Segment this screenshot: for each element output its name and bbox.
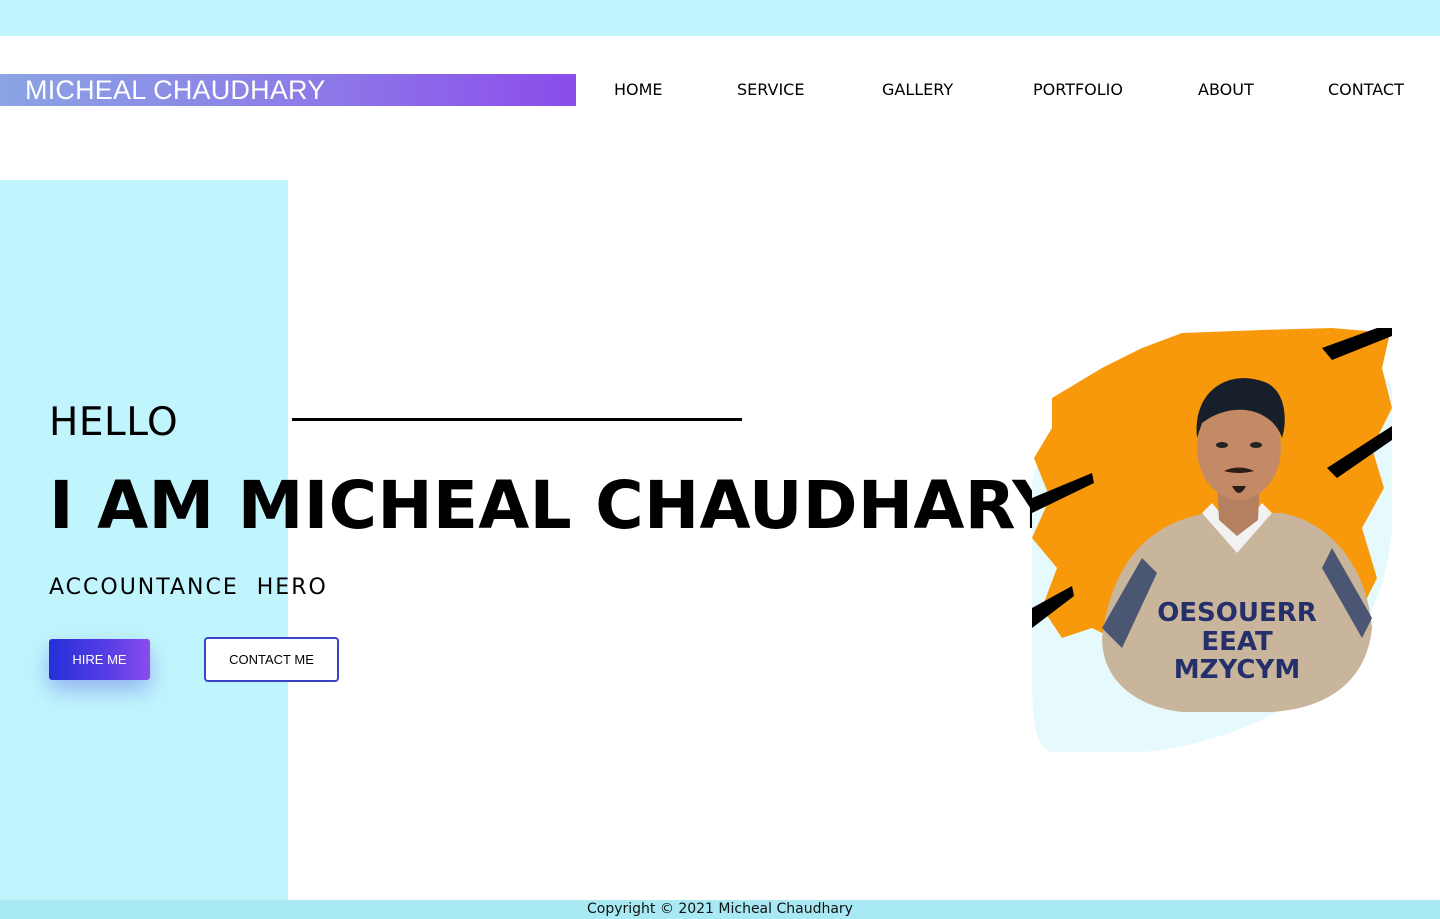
hero-headline: I AM MICHEAL CHAUDHARY	[49, 467, 1061, 544]
hire-me-button[interactable]: HIRE ME	[49, 639, 150, 680]
portrait-sweater-text: MZYCYM	[1174, 655, 1300, 685]
nav-about[interactable]: ABOUT	[1198, 78, 1254, 102]
profile-portrait: OESOUERR EEAT MZYCYM	[1032, 328, 1392, 752]
hero-greeting: HELLO	[49, 400, 179, 445]
nav-contact[interactable]: CONTACT	[1328, 78, 1404, 102]
top-accent-strip	[0, 0, 1440, 36]
portrait-eye	[1250, 442, 1262, 448]
brand-logo[interactable]: MICHEAL CHAUDHARY	[0, 74, 576, 106]
contact-me-button[interactable]: CONTACT ME	[204, 637, 339, 682]
nav-gallery[interactable]: GALLERY	[882, 78, 953, 102]
nav-home[interactable]: HOME	[614, 78, 663, 102]
greeting-divider-line	[292, 418, 742, 421]
hero-subtitle: ACCOUNTANCE HERO	[49, 575, 328, 600]
footer-copyright: Copyright © 2021 Micheal Chaudhary	[0, 900, 1440, 919]
portrait-sweater-text: EEAT	[1201, 627, 1273, 657]
nav-service[interactable]: SERVICE	[737, 78, 804, 102]
nav-portfolio[interactable]: PORTFOLIO	[1033, 78, 1123, 102]
portrait-sweater-text: OESOUERR	[1157, 598, 1317, 628]
portrait-eye	[1216, 442, 1228, 448]
